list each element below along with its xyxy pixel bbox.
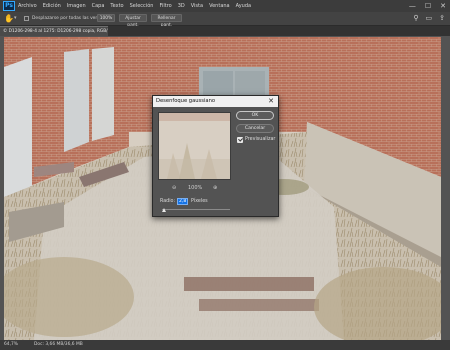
close-icon[interactable]: ✕	[268, 96, 274, 107]
fit-screen-button[interactable]: Ajustar pant.	[119, 14, 147, 28]
preview-checkbox[interactable]	[237, 137, 243, 143]
status-bar: 64,7% Doc: 3,66 MB/36,6 MB	[0, 340, 450, 350]
radius-label: Radio:	[160, 199, 176, 204]
preview-zoom-level: 100%	[188, 185, 203, 191]
radius-unit: Píxeles	[191, 199, 208, 204]
menu-seleccion[interactable]: Selección	[130, 0, 154, 12]
scroll-all-checkbox[interactable]	[24, 16, 29, 21]
cancel-button[interactable]: Cancelar	[236, 124, 274, 133]
status-doc-info: Doc: 3,66 MB/36,6 MB	[34, 342, 83, 347]
document-tab-bar: © D1206-298-4 al 1275: D1206-298 copia, …	[0, 26, 450, 36]
menu-filtro[interactable]: Filtro	[159, 0, 171, 12]
ok-button[interactable]: OK	[236, 111, 274, 120]
fill-screen-button[interactable]: Rellenar pant.	[151, 14, 182, 28]
close-window-button[interactable]: ✕	[440, 0, 446, 12]
preview-label: Previsualizar	[245, 137, 276, 142]
dialog-title: Desenfoque gaussiano	[156, 98, 216, 104]
minimize-button[interactable]: —	[409, 0, 416, 12]
share-icon[interactable]: ⇪	[439, 14, 445, 23]
zoom-in-icon[interactable]: ⊕	[213, 184, 217, 192]
document-tab[interactable]: © D1206-298-4 al 1275: D1206-298 copia, …	[0, 26, 108, 36]
preview-image	[159, 113, 230, 179]
preview-zoom-row: ⊖ 100% ⊕	[158, 184, 231, 192]
search-icon[interactable]: ⚲	[413, 14, 418, 23]
radius-row: Radio: Píxeles	[160, 197, 270, 206]
window-controls: — ☐ ✕	[409, 0, 446, 12]
menu-ventana[interactable]: Ventana	[209, 0, 230, 12]
radius-input[interactable]	[177, 198, 188, 205]
menu-texto[interactable]: Texto	[110, 0, 123, 12]
menu-imagen[interactable]: Imagen	[67, 0, 86, 12]
menu-ayuda[interactable]: Ayuda	[236, 0, 251, 12]
menu-3d[interactable]: 3D	[178, 0, 185, 12]
menu-vista[interactable]: Vista	[191, 0, 203, 12]
menu-bar: Ps Archivo Edición Imagen Capa Texto Sel…	[0, 0, 450, 12]
status-zoom[interactable]: 64,7%	[4, 340, 18, 350]
workspace-icon[interactable]: ▭	[426, 14, 433, 23]
menu-capa[interactable]: Capa	[92, 0, 105, 12]
hand-tool-icon[interactable]: ✋	[4, 14, 14, 23]
photoshop-logo-icon: Ps	[3, 1, 15, 11]
zoom-100-button[interactable]: 100%	[97, 14, 115, 22]
dialog-titlebar[interactable]: Desenfoque gaussiano ✕	[153, 96, 278, 107]
menu-edicion[interactable]: Edición	[43, 0, 61, 12]
radius-slider-knob[interactable]	[162, 208, 167, 212]
zoom-out-icon[interactable]: ⊖	[172, 184, 176, 192]
gaussian-blur-dialog: Desenfoque gaussiano ✕ ⊖ 100% ⊕ OK Cance…	[152, 95, 279, 217]
radius-slider-track[interactable]	[162, 209, 230, 210]
menu-list: Archivo Edición Imagen Capa Texto Selecc…	[18, 0, 251, 12]
options-right-icons: ⚲ ▭ ⇪	[413, 14, 445, 23]
menu-archivo[interactable]: Archivo	[18, 0, 37, 12]
filter-preview[interactable]	[158, 112, 231, 180]
options-bar: ✋ ▾ Desplazarse por todas las ventanas 1…	[0, 12, 450, 28]
restore-button[interactable]: ☐	[425, 0, 431, 12]
chevron-down-icon[interactable]: ▾	[14, 15, 17, 21]
